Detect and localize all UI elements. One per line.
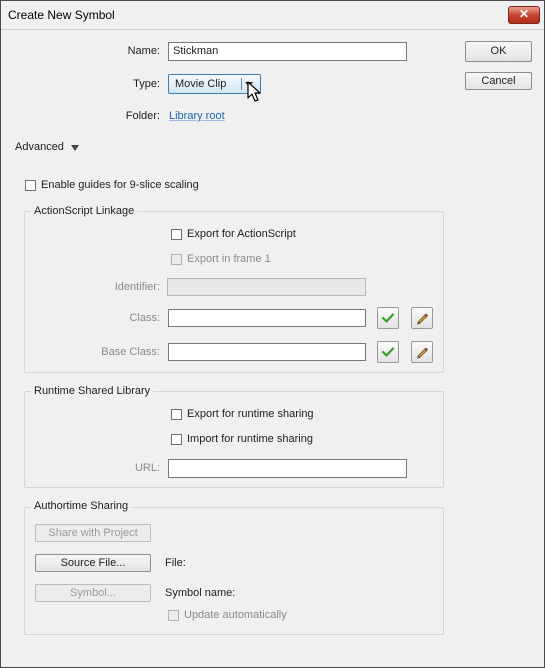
source-file-button[interactable]: Source File... <box>35 554 151 572</box>
export-actionscript-label: Export for ActionScript <box>187 228 296 240</box>
identifier-input <box>167 278 366 296</box>
check-icon <box>381 313 395 323</box>
advanced-toggle[interactable]: Advanced <box>15 141 95 155</box>
base-class-label: Base Class: <box>101 346 160 358</box>
export-frame1-label: Export in frame 1 <box>187 253 271 265</box>
nine-slice-checkbox[interactable] <box>25 180 36 191</box>
close-button[interactable]: ✕ <box>508 6 540 24</box>
dropdown-separator <box>241 78 242 90</box>
export-runtime-checkbox[interactable] <box>171 409 182 420</box>
import-runtime-checkbox[interactable] <box>171 434 182 445</box>
pencil-icon <box>417 313 429 325</box>
name-input[interactable]: Stickman <box>168 42 407 61</box>
file-label: File: <box>165 557 186 569</box>
pencil-icon <box>417 347 429 359</box>
type-selected-value: Movie Clip <box>175 78 227 90</box>
mouse-cursor <box>247 81 261 102</box>
title-bar[interactable]: Create New Symbol ✕ <box>1 1 544 30</box>
edit-base-class-button[interactable] <box>411 341 433 363</box>
close-icon: ✕ <box>518 7 530 21</box>
import-runtime-label: Import for runtime sharing <box>187 433 313 445</box>
export-actionscript-checkbox[interactable] <box>171 229 182 240</box>
export-runtime-label: Export for runtime sharing <box>187 408 314 420</box>
symbol-button: Symbol... <box>35 584 151 602</box>
validate-class-button[interactable] <box>377 307 399 329</box>
edit-class-button[interactable] <box>411 307 433 329</box>
class-label: Class: <box>129 312 160 324</box>
cancel-button[interactable]: Cancel <box>465 72 532 90</box>
url-label: URL: <box>134 462 160 474</box>
class-input[interactable] <box>168 309 366 327</box>
validate-base-class-button[interactable] <box>377 341 399 363</box>
authortime-sharing-title: Authortime Sharing <box>31 500 132 512</box>
base-class-input[interactable] <box>168 343 366 361</box>
identifier-label: Identifier: <box>114 281 160 293</box>
folder-link[interactable]: Library root <box>169 110 225 122</box>
ok-button[interactable]: OK <box>465 41 532 62</box>
update-automatically-checkbox <box>168 610 179 621</box>
create-new-symbol-dialog: Create New Symbol ✕ Name: Stickman Type:… <box>0 0 545 668</box>
url-input[interactable] <box>168 459 407 478</box>
export-frame1-checkbox <box>171 254 182 265</box>
type-label: Type: <box>133 78 160 90</box>
dialog-title: Create New Symbol <box>8 8 115 22</box>
share-with-project-button: Share with Project <box>35 524 151 542</box>
symbol-name-label: Symbol name: <box>165 587 236 599</box>
folder-label: Folder: <box>125 110 160 122</box>
update-automatically-label: Update automatically <box>184 609 287 621</box>
check-icon <box>381 347 395 357</box>
advanced-label: Advanced <box>15 141 64 153</box>
runtime-shared-library-title: Runtime Shared Library <box>31 385 154 397</box>
triangle-down-icon <box>71 145 79 151</box>
name-label: Name: <box>127 45 160 57</box>
nine-slice-label: Enable guides for 9-slice scaling <box>41 179 199 191</box>
actionscript-linkage-title: ActionScript Linkage <box>31 205 138 217</box>
name-value: Stickman <box>173 45 219 57</box>
